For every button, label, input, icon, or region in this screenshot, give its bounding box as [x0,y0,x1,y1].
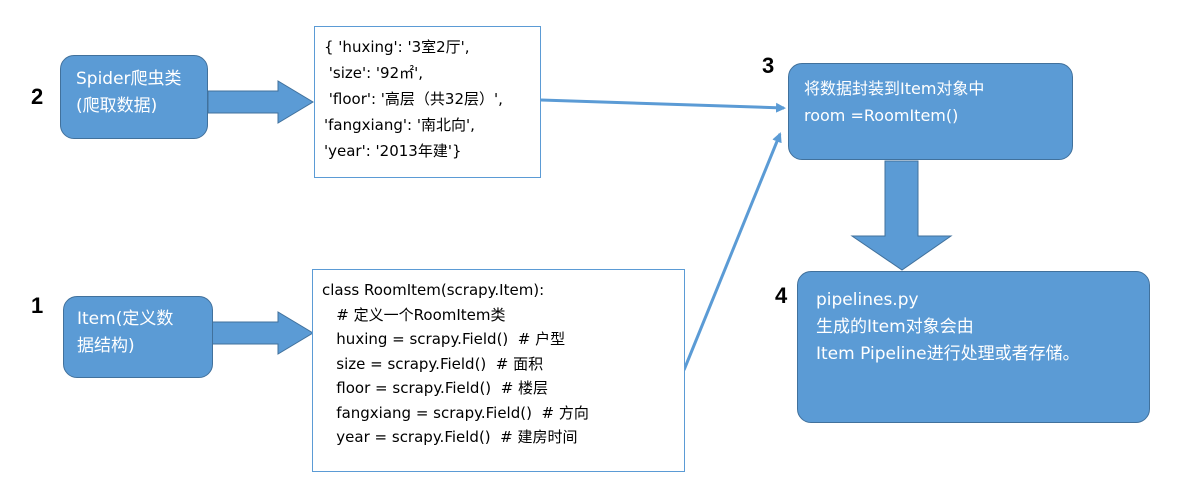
data-line: 'fangxiang': '南北向', [324,116,475,134]
line-arrow-code-to-encapsulate [682,132,782,371]
step-number-1: 1 [31,293,44,318]
spider-box: Spider爬虫类 (爬取数据) [60,55,208,139]
encapsulate-box-title: 将数据封装到Item对象中 [804,79,985,98]
data-line: 'year': '2013年建'} [324,142,462,160]
room-item-code-box: class RoomItem(scrapy.Item): # 定义一个RoomI… [312,269,685,472]
scraped-data-box: { 'huxing': '3室2厅', 'size': '92㎡', 'floo… [314,26,541,178]
line-arrow-data-to-encapsulate [540,98,786,113]
spider-box-title: Spider爬虫类 [76,69,182,89]
step-number-2: 2 [31,84,44,109]
code-line: huxing = scrapy.Field() # 户型 [322,330,566,348]
code-line: year = scrapy.Field() # 建房时间 [322,428,578,446]
code-line: fangxiang = scrapy.Field() # 方向 [322,403,589,422]
block-arrow-spider-to-data [207,80,314,124]
pipeline-box-file: pipelines.py [816,290,919,310]
data-line: { 'huxing': '3室2厅', [324,38,470,56]
block-arrow-item-to-code [207,311,314,355]
item-box-title: Item(定义数 [77,309,174,329]
step-number-4: 4 [775,283,788,308]
pipeline-box-desc1: 生成的Item对象会由 [816,317,974,337]
code-line: class RoomItem(scrapy.Item): [322,281,545,299]
pipeline-box: pipelines.py 生成的Item对象会由 Item Pipeline进行… [797,271,1150,423]
item-box: Item(定义数 据结构) [63,296,213,378]
step-number-3: 3 [762,53,775,78]
encapsulate-box-code: room =RoomItem() [804,106,959,125]
code-line: size = scrapy.Field() # 面积 [322,354,544,373]
data-line: 'floor': '高层（共32层）', [324,90,503,108]
pipeline-box-desc2: Item Pipeline进行处理或者存储。 [816,344,1080,364]
code-line: # 定义一个RoomItem类 [322,305,506,324]
item-box-subtitle: 据结构) [77,336,135,356]
encapsulate-item-box: 将数据封装到Item对象中 room =RoomItem() [788,63,1073,160]
code-line: floor = scrapy.Field() # 楼层 [322,379,549,397]
spider-box-subtitle: (爬取数据) [76,96,158,116]
block-arrow-encapsulate-to-pipeline [850,160,953,271]
data-line: 'size': '92㎡', [324,64,424,82]
